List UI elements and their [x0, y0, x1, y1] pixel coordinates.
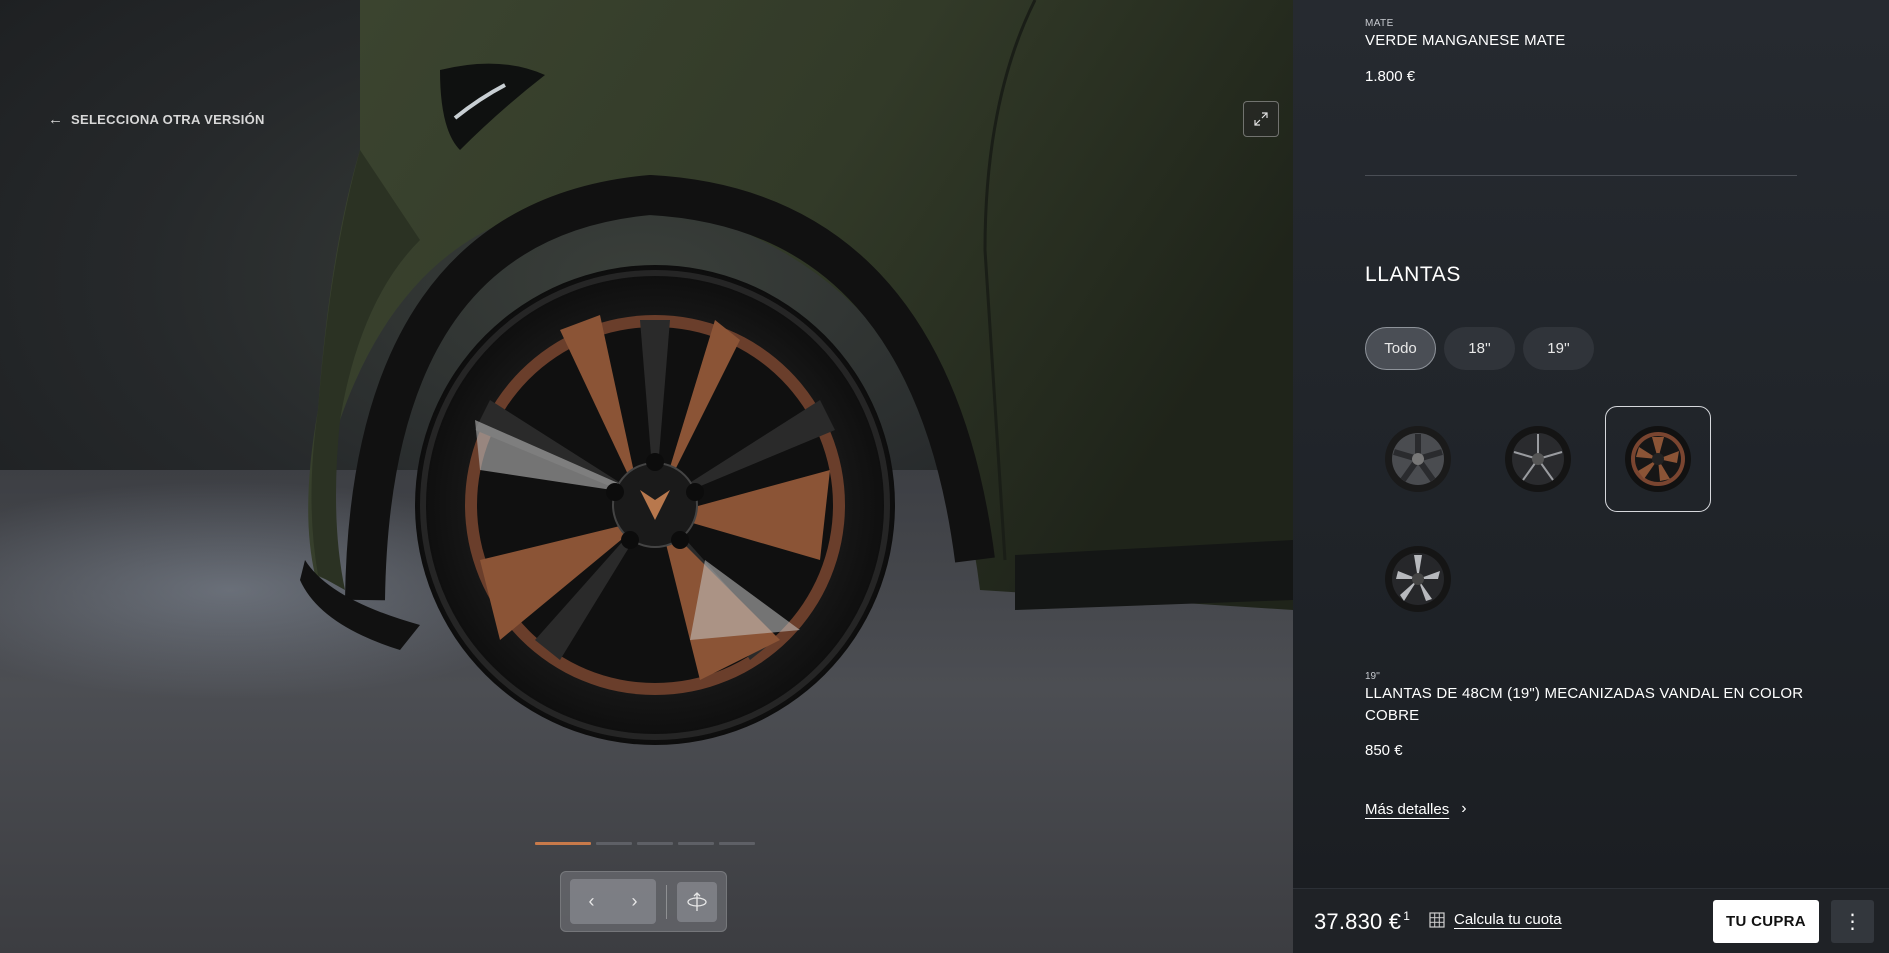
calculate-payment-link[interactable]: Calcula tu cuota	[1429, 911, 1562, 928]
more-details-link[interactable]: Más detalles ›	[1365, 800, 1467, 818]
filter-19-chip[interactable]: 19''	[1523, 327, 1594, 370]
color-name: VERDE MANGANESE MATE	[1365, 32, 1566, 49]
gallery-progress	[535, 842, 755, 845]
wheel-option-4[interactable]	[1365, 526, 1471, 632]
wheel-thumbnail-icon	[1625, 426, 1691, 492]
gallery-next-button[interactable]: ›	[613, 879, 656, 924]
calculate-payment-label: Calcula tu cuota	[1454, 911, 1562, 928]
fullscreen-button[interactable]	[1243, 101, 1279, 137]
wheel-thumbnail-icon	[1385, 546, 1451, 612]
gallery-arrows: ‹ ›	[570, 879, 656, 924]
color-price: 1.800 €	[1365, 68, 1416, 85]
total-price-value: 37.830 €	[1314, 909, 1402, 934]
tu-cupra-button[interactable]: TU CUPRA	[1713, 900, 1819, 943]
gallery-progress-segment-4	[678, 842, 714, 845]
wheels-section-title: LLANTAS	[1365, 263, 1462, 286]
more-menu-button[interactable]: ⋮	[1831, 900, 1874, 943]
selected-wheel-size: 19''	[1365, 671, 1380, 682]
price-footer: 37.830 €1 Calcula tu cuota TU CUPRA ⋮	[1293, 888, 1889, 953]
chevron-right-icon: ›	[631, 891, 638, 911]
color-finish-label: MATE	[1365, 18, 1394, 29]
controls-divider	[666, 884, 667, 919]
section-divider	[1365, 175, 1797, 176]
car-viewer[interactable]: ← SELECCIONA OTRA VERSIÓN ‹ ›	[0, 0, 1293, 953]
car-image	[300, 0, 1293, 745]
calculator-icon	[1429, 911, 1445, 928]
total-price: 37.830 €1	[1314, 909, 1410, 935]
wheel-thumbnail-icon	[1505, 426, 1571, 492]
total-price-footnote: 1	[1403, 909, 1411, 923]
rotate-360-icon	[687, 891, 707, 911]
view-360-button[interactable]	[677, 881, 717, 922]
arrow-left-icon: ←	[48, 111, 63, 128]
chevron-right-icon: ›	[1461, 800, 1467, 817]
wheel-option-3[interactable]	[1605, 406, 1711, 512]
back-link-label: SELECCIONA OTRA VERSIÓN	[71, 112, 265, 127]
wheel-thumbnail-icon	[1385, 426, 1451, 492]
kebab-menu-icon: ⋮	[1842, 911, 1863, 933]
wheel-option-1[interactable]	[1365, 406, 1471, 512]
filter-18-chip[interactable]: 18''	[1444, 327, 1515, 370]
gallery-progress-segment-2	[596, 842, 632, 845]
gallery-controls: ‹ ›	[560, 871, 727, 932]
gallery-progress-segment-1	[535, 842, 591, 845]
configurator-panel: MATE VERDE MANGANESE MATE 1.800 € LLANTA…	[1293, 0, 1889, 953]
expand-icon	[1254, 112, 1268, 126]
gallery-prev-button[interactable]: ‹	[570, 879, 613, 924]
selected-wheel-name: LLANTAS DE 48CM (19") MECANIZADAS VANDAL…	[1365, 685, 1804, 724]
filter-all-chip[interactable]: Todo	[1365, 327, 1436, 370]
more-details-label: Más detalles	[1365, 800, 1450, 818]
back-to-versions-link[interactable]: ← SELECCIONA OTRA VERSIÓN	[48, 112, 265, 127]
wheel-option-2[interactable]	[1485, 406, 1591, 512]
wheel-size-filters: Todo 18'' 19''	[1365, 327, 1594, 370]
gallery-progress-segment-3	[637, 842, 673, 845]
gallery-progress-segment-5	[719, 842, 755, 845]
selected-wheel-price: 850 €	[1365, 742, 1403, 759]
chevron-left-icon: ‹	[588, 891, 595, 911]
